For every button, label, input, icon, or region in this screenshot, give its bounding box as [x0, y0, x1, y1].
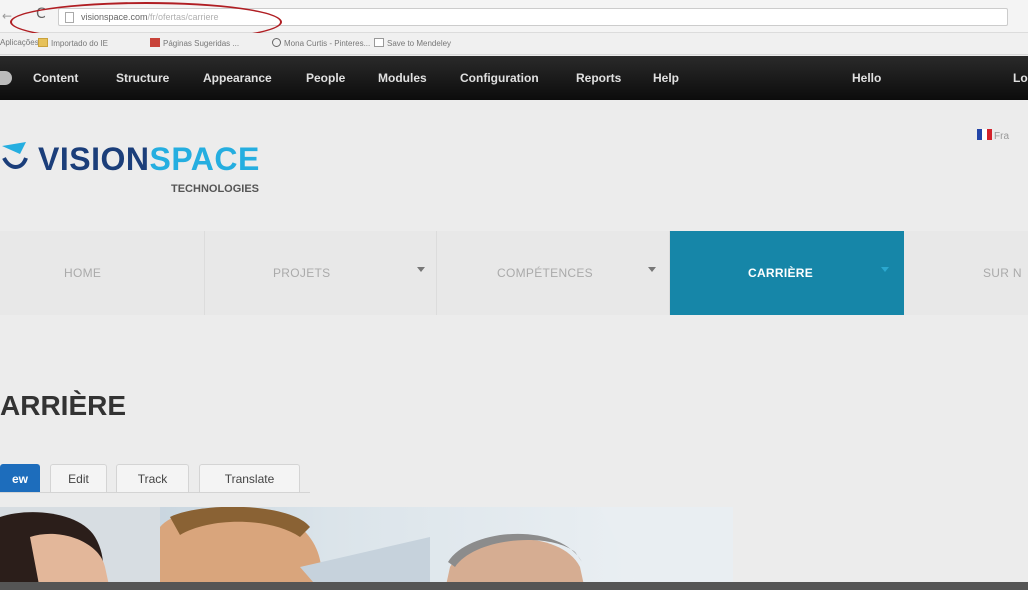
bookmark-mendeley[interactable]: Save to Mendeley: [374, 38, 451, 48]
language-label: Fra: [994, 131, 1009, 142]
admin-item-configuration[interactable]: Configuration: [460, 71, 539, 85]
admin-item-modules[interactable]: Modules: [378, 71, 427, 85]
url-host: visionspace.com: [81, 12, 148, 22]
nav-label: PROJETS: [273, 266, 331, 280]
logo-word-vision: VISION: [38, 141, 150, 177]
home-icon[interactable]: [0, 71, 12, 85]
bookmarks-bar: Aplicações Importado do IE Páginas Suger…: [0, 33, 1028, 55]
admin-toolbar: Content Structure Appearance People Modu…: [0, 56, 1028, 100]
tabs-underline: [0, 492, 310, 493]
globe-icon: [272, 38, 281, 47]
address-bar[interactable]: visionspace.com/fr/ofertas/carriere: [58, 8, 1008, 26]
page-title: ARRIÈRE: [0, 390, 127, 421]
nav-label: CARRIÈRE: [748, 266, 814, 280]
main-navigation: HOME PROJETS COMPÉTENCES CARRIÈRE SUR N: [0, 231, 1028, 315]
window-bottom-edge: [0, 582, 1028, 590]
hero-image: [0, 507, 733, 590]
url-text: visionspace.com/fr/ofertas/carriere: [81, 12, 219, 22]
page-icon: [374, 38, 384, 47]
hero-photo: [0, 507, 733, 590]
suggested-pages-icon: [150, 38, 160, 47]
nav-label: SUR N: [983, 266, 1022, 280]
nav-item-home[interactable]: HOME: [0, 231, 205, 315]
url-path: /fr/ofertas/carriere: [147, 12, 219, 22]
bookmark-imported[interactable]: Importado do IE: [38, 38, 108, 48]
admin-item-help[interactable]: Help: [653, 71, 679, 85]
nav-label: COMPÉTENCES: [497, 266, 593, 280]
back-arrow-icon[interactable]: ←: [2, 9, 12, 23]
admin-greeting[interactable]: Hello: [852, 71, 881, 85]
browser-page: ← C visionspace.com/fr/ofertas/carriere …: [0, 0, 1028, 590]
tab-track[interactable]: Track: [116, 464, 189, 492]
visionspace-logo-icon: [2, 142, 28, 169]
bookmark-apps[interactable]: Aplicações: [0, 38, 39, 47]
nav-item-carriere[interactable]: CARRIÈRE: [670, 231, 904, 315]
logo-wordmark[interactable]: VISIONSPACE: [38, 141, 260, 178]
tab-edit[interactable]: Edit: [50, 464, 107, 492]
admin-item-appearance[interactable]: Appearance: [203, 71, 272, 85]
logo-word-space: SPACE: [149, 141, 260, 177]
logo-subtitle: TECHNOLOGIES: [171, 183, 260, 195]
browser-url-row: ← C visionspace.com/fr/ofertas/carriere: [0, 0, 1028, 33]
admin-item-content[interactable]: Content: [33, 71, 78, 85]
tab-translate[interactable]: Translate: [199, 464, 300, 492]
admin-logout[interactable]: Lo: [1013, 71, 1028, 85]
chevron-down-icon[interactable]: [417, 267, 425, 272]
language-switcher[interactable]: Fra: [977, 126, 1009, 142]
reload-icon[interactable]: C: [36, 6, 52, 22]
page-icon: [65, 12, 74, 23]
bookmark-pinterest[interactable]: Mona Curtis - Pinteres...: [272, 38, 370, 48]
admin-item-reports[interactable]: Reports: [576, 71, 621, 85]
chevron-down-icon[interactable]: [881, 267, 889, 272]
chevron-down-icon[interactable]: [648, 267, 656, 272]
nav-label: HOME: [64, 266, 102, 280]
admin-item-structure[interactable]: Structure: [116, 71, 169, 85]
admin-item-people[interactable]: People: [306, 71, 345, 85]
folder-icon: [38, 38, 48, 47]
nav-item-projets[interactable]: PROJETS: [205, 231, 437, 315]
france-flag-icon: [977, 129, 992, 140]
tab-view[interactable]: ew: [0, 464, 40, 492]
nav-item-sur-nous[interactable]: SUR N: [904, 231, 1028, 315]
bookmark-suggested[interactable]: Páginas Sugeridas ...: [150, 38, 239, 48]
nav-item-competences[interactable]: COMPÉTENCES: [437, 231, 670, 315]
